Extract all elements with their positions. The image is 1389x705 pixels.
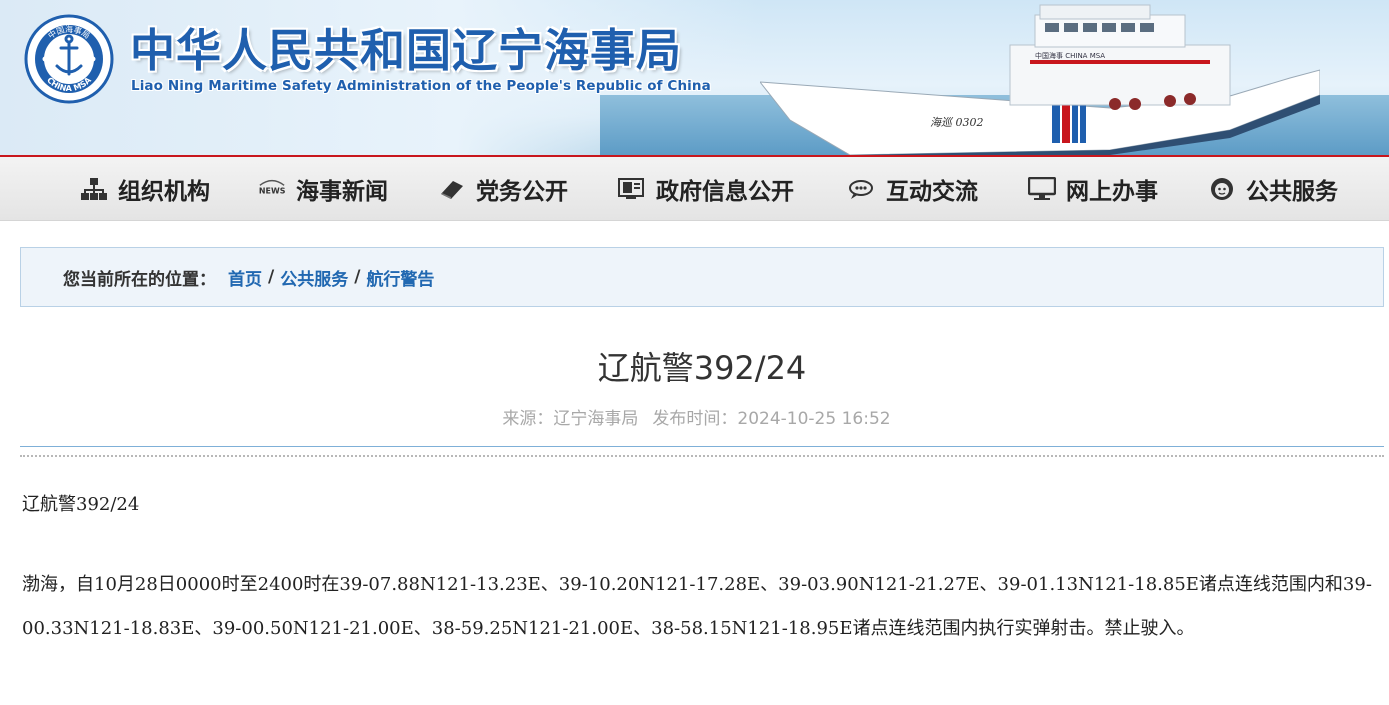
article-body-paragraph: 渤海，自10月28日0000时至2400时在39-07.88N121-13.23… (22, 574, 1372, 639)
monitor-document-icon (618, 175, 646, 203)
article-meta: 来源：辽宁海事局 发布时间：2024-10-25 16:52 (0, 404, 1389, 429)
svg-text:中国海事 CHINA MSA: 中国海事 CHINA MSA (1035, 51, 1105, 60)
nav-item-public-services[interactable]: 公共服务 (1208, 157, 1338, 221)
breadcrumb-link-navigation-warnings[interactable]: 航行警告 (366, 265, 434, 290)
patrol-ship-image: 中国海事 CHINA MSA 海巡 0302 (760, 4, 1320, 155)
nav-item-online-services[interactable]: 网上办事 (1028, 157, 1158, 221)
svg-text:CHINA MSA: CHINA MSA (45, 75, 93, 93)
breadcrumb-separator: / (354, 267, 361, 287)
article-dotted-divider (20, 455, 1384, 457)
nav-item-label: 网上办事 (1066, 179, 1158, 205)
site-title: 中华人民共和国辽宁海事局 (130, 24, 683, 77)
svg-text:中国海事局: 中国海事局 (46, 24, 91, 41)
chat-icon (848, 175, 876, 203)
breadcrumb-prefix: 您当前所在的位置： (63, 269, 216, 290)
nav-item-organization[interactable]: 组织机构 (80, 157, 210, 221)
site-subtitle: Liao Ning Maritime Safety Administration… (131, 78, 711, 94)
article-source: 来源：辽宁海事局 (502, 409, 639, 429)
service-person-icon (1208, 175, 1236, 203)
nav-item-label: 公共服务 (1246, 179, 1338, 205)
svg-text:海巡 0302: 海巡 0302 (930, 116, 984, 129)
nav-item-party-affairs[interactable]: 党务公开 (438, 157, 568, 221)
breadcrumb-link-public-services[interactable]: 公共服务 (280, 265, 348, 290)
nav-item-label: 互动交流 (886, 179, 978, 205)
book-icon (438, 175, 466, 203)
emblem-lettering: 中国海事局 CHINA MSA (45, 24, 93, 93)
article-body: 辽航警392/24 渤海，自10月28日0000时至2400时在39-07.88… (22, 490, 1378, 651)
nav-item-gov-info[interactable]: 政府信息公开 (618, 157, 794, 221)
article-title: 辽航警392/24 (597, 349, 807, 387)
nav-item-label: 政府信息公开 (656, 179, 794, 205)
nav-item-interaction[interactable]: 互动交流 (848, 157, 978, 221)
article-body-title: 辽航警392/24 (22, 494, 140, 515)
main-nav: 组织机构 NEWS 海事新闻 党务公开 政府信息公开 互动交流 网上办事 公共服… (0, 157, 1389, 221)
nav-item-label: 海事新闻 (296, 179, 388, 205)
article-publish-time: 发布时间：2024-10-25 16:52 (652, 409, 891, 429)
breadcrumb-separator: / (268, 267, 275, 287)
computer-icon (1028, 175, 1056, 203)
news-icon: NEWS (258, 175, 286, 203)
breadcrumb: 您当前所在的位置： 首页 / 公共服务 / 航行警告 (20, 247, 1384, 307)
nav-item-label: 党务公开 (476, 179, 568, 205)
svg-text:NEWS: NEWS (259, 187, 286, 196)
header-banner: 中国海事局 CHINA MSA 中华人民共和国辽宁海事局 Liao Ning M… (0, 0, 1389, 155)
article-divider (20, 446, 1384, 447)
breadcrumb-link-home[interactable]: 首页 (228, 265, 262, 290)
nav-item-label: 组织机构 (118, 179, 210, 205)
nav-item-news[interactable]: NEWS 海事新闻 (258, 157, 388, 221)
org-chart-icon (80, 175, 108, 203)
